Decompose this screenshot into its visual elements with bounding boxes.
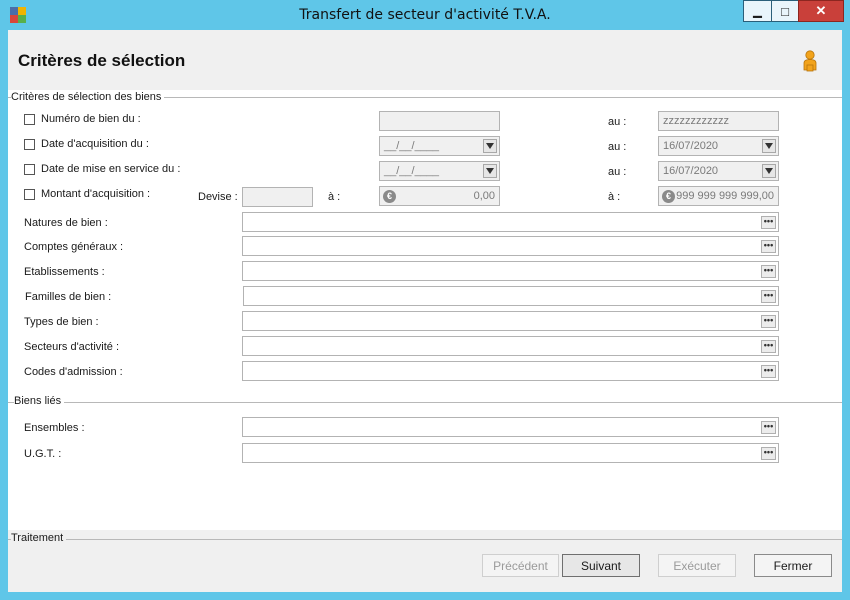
service-date-from-value: __/__/____: [384, 165, 440, 177]
natures-field[interactable]: •••: [242, 212, 779, 232]
chevron-down-icon[interactable]: [762, 164, 776, 178]
numero-to-value: zzzzzzzzzzzz: [663, 115, 729, 127]
service-date-from-field[interactable]: __/__/____: [379, 161, 500, 181]
acquisition-date-checkbox[interactable]: [24, 139, 35, 150]
acquisition-date-label: Date d'acquisition du :: [41, 138, 149, 150]
etablissements-label: Etablissements :: [24, 266, 105, 278]
next-button[interactable]: Suivant: [562, 554, 640, 577]
numero-checkbox[interactable]: [24, 114, 35, 125]
client-area: Critères de sélection Critères de sélect…: [8, 30, 842, 592]
application-window: Transfert de secteur d'activité T.V.A. ▁…: [0, 0, 850, 600]
numero-label: Numéro de bien du :: [41, 113, 141, 125]
browse-button[interactable]: •••: [761, 265, 776, 278]
acquisition-date-from-field[interactable]: __/__/____: [379, 136, 500, 156]
browse-button[interactable]: •••: [761, 315, 776, 328]
acquisition-date-to-label: au :: [608, 141, 627, 153]
browse-button[interactable]: •••: [761, 240, 776, 253]
service-date-to-value: 16/07/2020: [663, 165, 719, 177]
ensembles-field[interactable]: •••: [242, 417, 779, 437]
chevron-down-icon[interactable]: [483, 139, 497, 153]
browse-button[interactable]: •••: [761, 365, 776, 378]
codes-label: Codes d'admission :: [24, 366, 123, 378]
devise-label: Devise :: [198, 191, 238, 203]
numero-to-label: au :: [608, 116, 627, 128]
previous-button[interactable]: Précédent: [482, 554, 559, 577]
numero-from-field[interactable]: [379, 111, 500, 131]
page-title: Critères de sélection: [18, 51, 186, 70]
minimize-button[interactable]: ▁: [743, 0, 772, 22]
footer-label: Traitement: [11, 532, 67, 544]
close-icon: ✕: [815, 3, 827, 18]
acquisition-date-to-field[interactable]: 16/07/2020: [658, 136, 779, 156]
euro-icon: €: [662, 190, 675, 203]
maximize-button[interactable]: □: [771, 0, 799, 22]
close-button[interactable]: Fermer: [754, 554, 832, 577]
numero-to-field[interactable]: zzzzzzzzzzzz: [658, 111, 779, 131]
euro-icon: €: [383, 190, 396, 203]
linked-group-divider: [8, 402, 842, 403]
ugt-label: U.G.T. :: [24, 448, 62, 460]
montant-to-field[interactable]: € 999 999 999 999,00: [658, 186, 779, 206]
browse-button[interactable]: •••: [761, 290, 776, 303]
linked-group-label: Biens liés: [14, 395, 65, 407]
close-window-button[interactable]: ✕: [798, 0, 844, 22]
page-header: Critères de sélection: [8, 30, 842, 90]
browse-button[interactable]: •••: [761, 447, 776, 460]
montant-to-value: 999 999 999 999,00: [676, 190, 774, 202]
devise-field[interactable]: [242, 187, 313, 207]
ugt-field[interactable]: •••: [242, 443, 779, 463]
execute-button[interactable]: Exécuter: [658, 554, 736, 577]
secteurs-label: Secteurs d'activité :: [24, 341, 120, 353]
selection-group-label: Critères de sélection des biens: [11, 91, 165, 103]
codes-field[interactable]: •••: [242, 361, 779, 381]
service-date-to-label: au :: [608, 166, 627, 178]
montant-from-field[interactable]: € 0,00: [379, 186, 500, 206]
types-label: Types de bien :: [24, 316, 99, 328]
minimize-icon: ▁: [753, 5, 762, 18]
comptes-field[interactable]: •••: [242, 236, 779, 256]
etablissements-field[interactable]: •••: [242, 261, 779, 281]
montant-checkbox[interactable]: [24, 189, 35, 200]
title-bar[interactable]: Transfert de secteur d'activité T.V.A. ▁…: [0, 0, 850, 30]
footer-divider: [8, 539, 842, 540]
service-date-to-field[interactable]: 16/07/2020: [658, 161, 779, 181]
browse-button[interactable]: •••: [761, 340, 776, 353]
montant-from-value: 0,00: [473, 190, 495, 202]
montant-label: Montant d'acquisition :: [41, 188, 151, 200]
chevron-down-icon[interactable]: [762, 139, 776, 153]
acquisition-date-from-value: __/__/____: [384, 140, 440, 152]
comptes-label: Comptes généraux :: [24, 241, 124, 253]
acquisition-date-to-value: 16/07/2020: [663, 140, 719, 152]
familles-label: Familles de bien :: [25, 291, 112, 303]
user-icon[interactable]: [801, 50, 819, 72]
familles-field[interactable]: •••: [243, 286, 779, 306]
secteurs-field[interactable]: •••: [242, 336, 779, 356]
service-date-label: Date de mise en service du :: [41, 163, 181, 175]
ensembles-label: Ensembles :: [24, 422, 85, 434]
chevron-down-icon[interactable]: [483, 164, 497, 178]
montant-to-label: à :: [608, 191, 621, 203]
browse-button[interactable]: •••: [761, 216, 776, 229]
window-title: Transfert de secteur d'activité T.V.A.: [299, 7, 551, 23]
montant-from-label: à :: [328, 191, 341, 203]
maximize-icon: □: [781, 3, 789, 19]
browse-button[interactable]: •••: [761, 421, 776, 434]
natures-label: Natures de bien :: [24, 217, 108, 229]
types-field[interactable]: •••: [242, 311, 779, 331]
service-date-checkbox[interactable]: [24, 164, 35, 175]
